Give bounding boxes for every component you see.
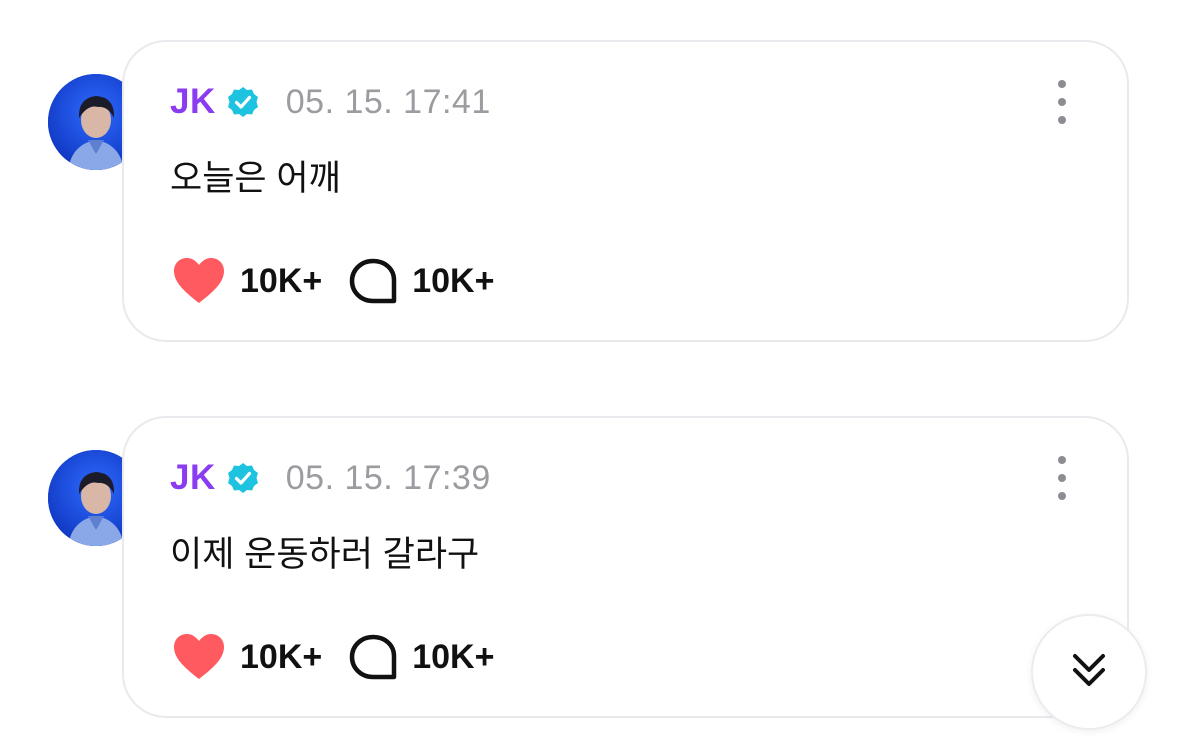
comment-bubble-icon [348,633,398,681]
comment-bubble-icon [348,257,398,305]
post-header: JK 05. 15. 17:41 [170,80,491,124]
heart-icon [172,633,226,681]
comment-button[interactable]: 10K+ [348,633,494,681]
comment-count: 10K+ [412,261,495,300]
like-count: 10K+ [240,261,323,300]
more-vertical-icon[interactable] [1047,80,1077,124]
artist-feed: JK 05. 15. 17:41 오늘은 어깨 10K+ 10K+ JK 05.… [0,0,1179,756]
like-button[interactable]: 10K+ [172,633,322,681]
post-card: JK 05. 15. 17:39 이제 운동하러 갈라구 10K+ 10K+ [122,416,1129,718]
post-actions: 10K+ 10K+ [172,256,494,306]
author-name[interactable]: JK [170,82,216,122]
post-timestamp: 05. 15. 17:39 [285,458,491,497]
like-count: 10K+ [240,637,323,676]
double-chevron-down-icon [1065,646,1113,699]
comment-count: 10K+ [412,637,495,676]
heart-icon [172,257,226,305]
post-header: JK 05. 15. 17:39 [170,456,491,500]
verified-badge-icon [226,85,260,119]
post-actions: 10K+ 10K+ [172,632,494,682]
verified-badge-icon [226,461,260,495]
author-name[interactable]: JK [170,458,216,498]
scroll-down-button[interactable] [1031,614,1147,730]
post-text: 오늘은 어깨 [170,159,341,198]
post-card: JK 05. 15. 17:41 오늘은 어깨 10K+ 10K+ [122,40,1129,342]
like-button[interactable]: 10K+ [172,257,322,305]
more-vertical-icon[interactable] [1047,456,1077,500]
post-timestamp: 05. 15. 17:41 [285,82,491,121]
comment-button[interactable]: 10K+ [348,257,494,305]
post-text: 이제 운동하러 갈라구 [170,535,480,574]
